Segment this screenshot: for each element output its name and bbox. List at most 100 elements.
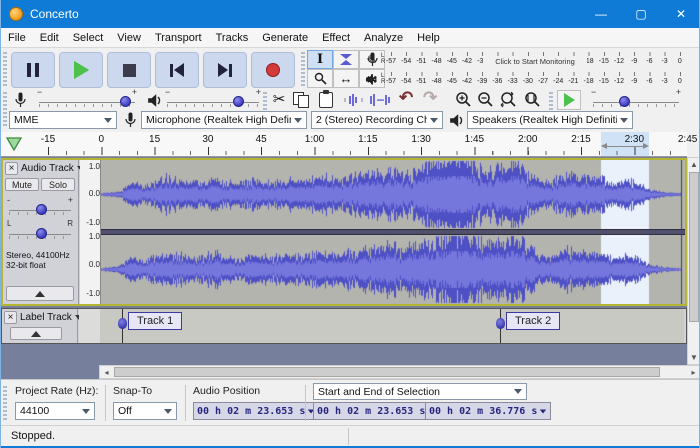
label-text[interactable]: Track 2 [506, 312, 561, 330]
scroll-up-arrow[interactable]: ▲ [688, 158, 699, 171]
waveform-channel-right[interactable] [101, 235, 685, 304]
project-rate-select[interactable]: 44100 [15, 402, 95, 420]
close-track-button[interactable]: × [5, 162, 18, 175]
menu-effect[interactable]: Effect [315, 30, 357, 46]
collapse-track-button[interactable] [10, 327, 62, 340]
trim-audio-button[interactable] [343, 93, 365, 107]
menu-help[interactable]: Help [410, 30, 447, 46]
selection-start-field[interactable]: 00 h 02 m 23.653 s [313, 402, 440, 420]
playback-device-select[interactable]: Speakers (Realtek High Definiti [467, 111, 633, 129]
recording-channels-select[interactable]: 2 (Stereo) Recording Channels [311, 111, 443, 129]
selection-tool-button[interactable]: I [307, 50, 333, 69]
zoom-out-button[interactable] [477, 91, 494, 108]
envelope-tool-button[interactable] [333, 50, 359, 69]
play-speed-grip[interactable] [549, 92, 553, 110]
timeline-options-icon[interactable] [5, 136, 23, 152]
pause-button[interactable] [11, 52, 55, 88]
close-button[interactable]: ✕ [661, 0, 699, 28]
audio-track[interactable]: × Audio Track Mute Solo - + LR Stereo, 44… [1, 158, 687, 306]
play-speed-slider[interactable]: − + [591, 87, 681, 110]
audio-host-select[interactable]: MME [9, 111, 117, 129]
label-marker[interactable] [496, 309, 505, 343]
recording-volume-thumb[interactable] [119, 96, 131, 107]
selection-mode-select[interactable]: Start and End of Selection [313, 383, 527, 400]
fit-selection-button[interactable] [499, 91, 518, 108]
fit-project-button[interactable] [523, 91, 542, 108]
vertical-ruler[interactable]: 1.0 0.0 -1.0 1.0 0.0 -1.0 [80, 160, 101, 304]
zoom-tool-button[interactable] [307, 69, 333, 88]
maximize-button[interactable]: ▢ [621, 0, 661, 28]
silence-audio-button[interactable] [369, 93, 391, 107]
transport-grip[interactable] [3, 52, 7, 88]
playback-meter[interactable]: LR -57 -54 -51 -48 -45 -42 -39 -36 -33 -30 -27 -24-… [366, 70, 691, 89]
label-track[interactable]: × Label Track Track 1 Track 2 [1, 308, 687, 344]
scroll-right-arrow[interactable]: ▸ [687, 366, 699, 378]
solo-button[interactable]: Solo [41, 178, 75, 191]
recording-volume-slider[interactable]: − + [37, 87, 137, 110]
menu-tracks[interactable]: Tracks [209, 30, 256, 46]
close-track-button[interactable]: × [4, 311, 17, 324]
label-track-content[interactable]: Track 1 Track 2 [100, 309, 684, 343]
scroll-left-arrow[interactable]: ◂ [100, 366, 113, 378]
audacity-window: Concerto — ▢ ✕ File Edit Select View Transpo… [0, 0, 700, 448]
vertical-scrollbar[interactable]: ▲ ▼ [687, 157, 699, 365]
mute-button[interactable]: Mute [5, 178, 39, 191]
label-flag-icon[interactable] [118, 318, 127, 329]
audio-position-field[interactable]: 00 h 02 m 23.653 s [193, 402, 320, 420]
stop-icon [122, 63, 136, 77]
chevron-down-icon [104, 117, 112, 123]
collapse-track-button[interactable] [6, 286, 74, 301]
tools-grip[interactable] [301, 52, 305, 88]
timeshift-tool-button[interactable]: ↔ [333, 69, 359, 88]
menu-edit[interactable]: Edit [33, 30, 66, 46]
cut-button[interactable]: ✂ [269, 90, 289, 110]
ruler-major-ticks [48, 147, 684, 155]
recording-meter[interactable]: LR -57-54-51-48-45-42-39-36-33-30-27-24-… [367, 50, 691, 69]
audio-track-name[interactable]: Audio Track [21, 163, 85, 174]
horizontal-scrollbar[interactable]: ◂ ▸ [99, 365, 699, 379]
pause-icon [27, 63, 39, 77]
skip-to-end-button[interactable] [203, 52, 247, 88]
menu-analyze[interactable]: Analyze [357, 30, 410, 46]
selection-end-field[interactable]: 00 h 02 m 36.776 s [425, 402, 552, 420]
snap-to-select[interactable]: Off [113, 402, 177, 420]
playback-volume-slider[interactable]: − + [165, 87, 261, 110]
label-text[interactable]: Track 1 [128, 312, 183, 330]
gain-slider[interactable]: - + [7, 195, 73, 218]
microphone-icon [367, 52, 378, 66]
zoom-in-button[interactable] [455, 91, 472, 108]
menu-select[interactable]: Select [66, 30, 111, 46]
skip-to-start-button[interactable] [155, 52, 199, 88]
undo-button[interactable]: ↶ [399, 88, 413, 108]
label-flag-icon[interactable] [496, 318, 505, 329]
timeline-ruler[interactable]: -15 0 15 30 45 1:00 1:15 1:30 1:45 2:00 2:15 2:30 2:… [1, 132, 697, 157]
menu-view[interactable]: View [110, 30, 148, 46]
scroll-down-arrow[interactable]: ▼ [688, 351, 699, 364]
redo-button[interactable]: ↷ [423, 88, 437, 108]
copy-button[interactable] [293, 92, 311, 108]
vertical-scroll-thumb[interactable] [689, 172, 699, 322]
label-track-name[interactable]: Label Track [20, 312, 83, 323]
menu-generate[interactable]: Generate [255, 30, 315, 46]
title-bar: Concerto — ▢ ✕ [1, 0, 699, 28]
mixer-grip[interactable] [3, 92, 7, 110]
stop-button[interactable] [107, 52, 151, 88]
waveform-channel-left[interactable] [101, 160, 685, 229]
pan-slider[interactable]: LR [7, 219, 73, 242]
menu-transport[interactable]: Transport [148, 30, 209, 46]
play-button[interactable] [59, 52, 103, 88]
edit-grip[interactable] [263, 92, 267, 110]
minimize-button[interactable]: — [581, 0, 621, 28]
play-speed-thumb[interactable] [618, 96, 630, 107]
device-grip[interactable] [3, 112, 7, 128]
menu-bar: File Edit Select View Transport Tracks Generat… [1, 28, 699, 48]
selection-toolbar-grip[interactable] [3, 386, 7, 420]
monitor-overlay[interactable]: Click to Start Monitoring [483, 57, 587, 66]
play-at-speed-button[interactable] [557, 90, 581, 110]
menu-file[interactable]: File [1, 30, 33, 46]
horizontal-scroll-thumb[interactable] [114, 367, 660, 377]
recording-device-select[interactable]: Microphone (Realtek High Defini [141, 111, 307, 129]
paste-button[interactable] [319, 90, 334, 109]
label-marker[interactable] [118, 309, 127, 343]
record-button[interactable] [251, 52, 295, 88]
